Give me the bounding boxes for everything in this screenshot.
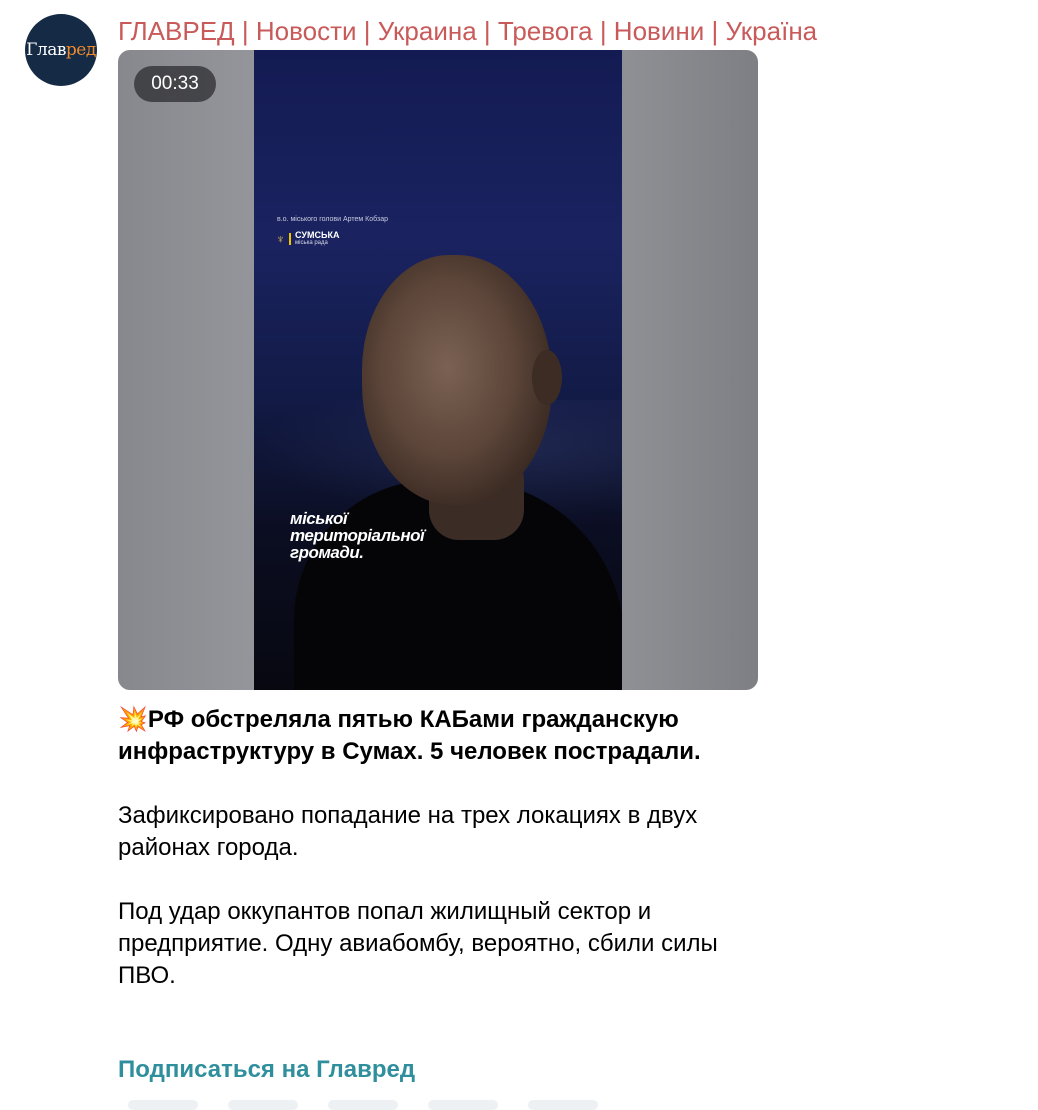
logo-line1: СУМСЬКА [295,230,340,240]
message-paragraph-2: Под удар оккупантов попал жилищный секто… [118,898,718,989]
avatar-text-main: Глав [26,40,66,60]
trident-icon: ♆ [276,232,285,246]
subtitle-line: міської [290,509,348,528]
reaction-chip[interactable] [228,1100,298,1110]
logo-divider [289,233,291,245]
video-frame-caption: в.о. міського голови Артем Кобзар [277,216,389,223]
person-ear [532,350,562,405]
logo-line2: міська рада [295,240,328,246]
subtitle-line: територіальної [290,526,425,545]
video-duration-badge: 00:33 [134,66,216,102]
channel-title[interactable]: ГЛАВРЕД | Новости | Украина | Тревога | … [118,14,817,48]
reaction-chip[interactable] [528,1100,598,1110]
avatar-text-accent: ред [65,40,96,60]
sumy-city-council-logo: ♆ СУМСЬКА міська рада [276,231,339,247]
video-subtitle: міської територіальної громади. [290,510,490,561]
reactions-bar [128,1100,628,1110]
video-frame: в.о. міського голови Артем Кобзар ♆ СУМС… [254,50,622,690]
message-paragraph-1: Зафиксировано попадание на трех локациях… [118,802,698,861]
collision-emoji-icon: 💥 [118,706,148,733]
reaction-chip[interactable] [328,1100,398,1110]
subscribe-link[interactable]: Подписаться на Главред [118,1056,415,1084]
reaction-chip[interactable] [428,1100,498,1110]
person-head [362,255,552,505]
message-text: 💥РФ обстреляла пятью КАБами гражданскую … [118,704,758,992]
video-player[interactable]: в.о. міського голови Артем Кобзар ♆ СУМС… [118,50,758,690]
reaction-chip[interactable] [128,1100,198,1110]
message-headline: 💥РФ обстреляла пятью КАБами гражданскую … [118,704,758,768]
channel-avatar[interactable]: Глав ред [25,14,97,86]
subtitle-line: громади. [290,543,364,562]
headline-text: РФ обстреляла пятью КАБами гражданскую и… [118,706,701,765]
